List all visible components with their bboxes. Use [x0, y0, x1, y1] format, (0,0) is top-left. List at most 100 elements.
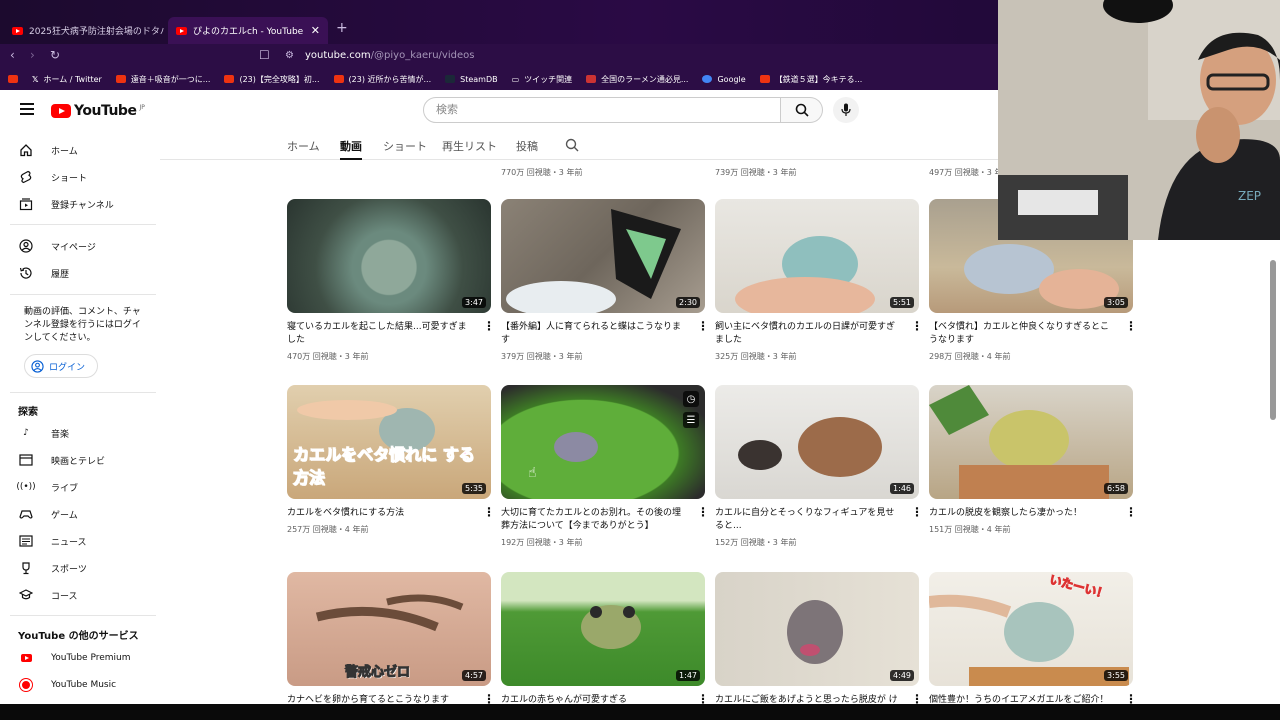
video-card[interactable]: 1:46 カエルに自分とそっくりなフィギュアを見せると... 152万 回視聴・…: [715, 385, 923, 548]
video-thumbnail[interactable]: 1:47: [501, 572, 705, 686]
video-card[interactable]: 1:47 カエルの赤ちゃんが可愛すぎる ⋮: [501, 572, 709, 707]
gamepad-icon: [18, 506, 34, 522]
video-card[interactable]: ◷ ☰ ☝ 大切に育てたカエルとのお別れ。その後の埋葬方法について【今までありが…: [501, 385, 709, 548]
bookmark-item[interactable]: 全国のラーメン通必見...: [586, 74, 688, 85]
more-options-icon[interactable]: ⋮: [1125, 506, 1137, 518]
video-card[interactable]: 5:51 飼い主にベタ慣れのカエルの日課が可愛すぎました 325万 回視聴・3 …: [715, 199, 923, 362]
frog-illustration: [787, 600, 843, 664]
channel-search-icon[interactable]: [565, 137, 579, 156]
tab-videos[interactable]: 動画: [340, 138, 362, 160]
search-input[interactable]: 検索: [423, 97, 781, 123]
bookmark-item[interactable]: (23) 近所から苦情が...: [333, 74, 431, 85]
video-title[interactable]: 【番外編】人に育てられると蝶はこうなります: [501, 321, 689, 347]
watch-later-icon[interactable]: ◷: [683, 391, 699, 407]
more-options-icon[interactable]: ⋮: [483, 693, 495, 705]
video-title[interactable]: カエルをベタ慣れにする方法: [287, 507, 475, 520]
more-options-icon[interactable]: ⋮: [911, 506, 923, 518]
video-thumbnail[interactable]: いたーい！ 3:55: [929, 572, 1133, 686]
video-card[interactable]: いたーい！ 3:55 個性豊か！うちのイエアメガエルをご紹介！ ⋮: [929, 572, 1137, 707]
more-options-icon[interactable]: ⋮: [697, 320, 709, 332]
video-title[interactable]: カエルの脱皮を観察したら凄かった！: [929, 507, 1117, 520]
bookmark-item[interactable]: 遠音＋吸音が一つに...: [115, 74, 210, 85]
voice-search-button[interactable]: [833, 97, 859, 123]
video-card[interactable]: 3:47 寝ているカエルを起こした結果...可愛すぎました 470万 回視聴・3…: [287, 199, 495, 362]
tab-posts[interactable]: 投稿: [516, 138, 538, 154]
more-options-icon[interactable]: ⋮: [697, 693, 709, 705]
close-tab-icon[interactable]: ✕: [311, 24, 320, 37]
video-title[interactable]: 寝ているカエルを起こした結果...可愛すぎました: [287, 321, 475, 347]
video-thumbnail[interactable]: 6:58: [929, 385, 1133, 499]
video-thumbnail[interactable]: 1:46: [715, 385, 919, 499]
video-title[interactable]: カエルに自分とそっくりなフィギュアを見せると...: [715, 507, 903, 533]
video-thumbnail[interactable]: 2:30: [501, 199, 705, 313]
sidebar-item-home[interactable]: ホーム: [18, 142, 78, 158]
sidebar-item-live[interactable]: ((•)) ライブ: [16, 479, 78, 495]
sidebar-item-sports[interactable]: スポーツ: [18, 560, 87, 576]
video-thumbnail[interactable]: 警戒心ゼロ 4:57: [287, 572, 491, 686]
sidebar-item-movies[interactable]: 映画とテレビ: [18, 452, 105, 468]
more-options-icon[interactable]: ⋮: [483, 506, 495, 518]
video-card[interactable]: 警戒心ゼロ 4:57 カナヘビを卵から育てるとこうなります ⋮: [287, 572, 495, 707]
more-options-icon[interactable]: ⋮: [911, 693, 923, 705]
browser-tab[interactable]: 2025狂犬病予防注射会場のドタバタ劇: [4, 17, 164, 44]
duration-badge: 5:51: [890, 297, 914, 308]
more-options-icon[interactable]: ⋮: [1125, 693, 1137, 705]
video-card[interactable]: 4:49 カエルにご飯をあげようと思ったら脱皮が け ⋮: [715, 572, 923, 707]
more-options-icon[interactable]: ⋮: [697, 506, 709, 518]
youtube-logo[interactable]: YouTube JP: [51, 103, 145, 119]
tab-shorts[interactable]: ショート: [383, 138, 427, 154]
sidebar-item-you[interactable]: マイページ: [18, 238, 96, 254]
bookmark-item[interactable]: [8, 75, 18, 83]
account-icon: [18, 238, 34, 254]
video-thumbnail[interactable]: ◷ ☰ ☝: [501, 385, 705, 499]
sidebar-item-music-app[interactable]: YouTube Music: [18, 677, 116, 693]
video-title[interactable]: 飼い主にベタ慣れのカエルの日課が可愛すぎました: [715, 321, 903, 347]
video-thumbnail[interactable]: カエルをベタ慣れに する方法 5:35: [287, 385, 491, 499]
video-thumbnail[interactable]: 5:51: [715, 199, 919, 313]
bookmark-item[interactable]: 【鉄道５選】今キテる...: [759, 74, 862, 85]
account-circle-icon: [31, 359, 44, 373]
sidebar-item-shorts[interactable]: ショート: [18, 169, 87, 185]
url-field[interactable]: youtube.com/@piyo_kaeru/videos: [305, 50, 474, 61]
video-card[interactable]: 2:30 【番外編】人に育てられると蝶はこうなります 379万 回視聴・3 年前…: [501, 199, 709, 362]
video-card[interactable]: 6:58 カエルの脱皮を観察したら凄かった！ 151万 回視聴・4 年前 ⋮: [929, 385, 1137, 535]
page-scrollbar[interactable]: [1270, 260, 1276, 420]
menu-icon[interactable]: [20, 103, 34, 115]
sidebar-item-courses[interactable]: コース: [18, 587, 78, 603]
site-info-icon[interactable]: ⚙: [285, 50, 294, 61]
bookmark-item[interactable]: 𝕏 ホーム / Twitter: [32, 74, 102, 85]
bookmark-label: Google: [717, 74, 746, 84]
bookmark-item[interactable]: ▭ ツイッチ関連: [512, 74, 573, 85]
sidebar-item-history[interactable]: 履歴: [18, 265, 69, 281]
new-tab-icon[interactable]: +: [336, 20, 348, 36]
sidebar-item-music[interactable]: ♪ 音楽: [18, 425, 69, 441]
more-options-icon[interactable]: ⋮: [911, 320, 923, 332]
search-button[interactable]: [781, 97, 823, 123]
bookmark-item[interactable]: SteamDB: [445, 75, 498, 84]
tab-playlists[interactable]: 再生リスト: [442, 138, 497, 154]
forward-icon[interactable]: ›: [30, 48, 35, 62]
tab-home[interactable]: ホーム: [287, 138, 320, 154]
sidebar-item-gaming[interactable]: ゲーム: [18, 506, 78, 522]
sidebar-label: ゲーム: [51, 510, 78, 521]
sidebar-item-news[interactable]: ニュース: [18, 533, 87, 549]
video-title[interactable]: 【ベタ慣れ】カエルと仲良くなりすぎるとこうなります: [929, 321, 1117, 347]
video-thumbnail[interactable]: 4:49: [715, 572, 919, 686]
sidebar-item-subscriptions[interactable]: 登録チャンネル: [18, 196, 114, 212]
signin-button[interactable]: ログイン: [24, 354, 98, 378]
video-thumbnail[interactable]: 3:47: [287, 199, 491, 313]
bookmark-item[interactable]: Google: [702, 74, 746, 84]
video-card[interactable]: カエルをベタ慣れに する方法 5:35 カエルをベタ慣れにする方法 257万 回…: [287, 385, 495, 535]
video-meta: 298万 回視聴・4 年前: [929, 352, 1011, 361]
bookmark-icon[interactable]: ☐: [259, 48, 270, 62]
add-to-queue-icon[interactable]: ☰: [683, 412, 699, 428]
bookmark-item[interactable]: (23)【完全攻略】初...: [224, 74, 320, 85]
video-meta: 770万 回視聴・3 年前: [501, 168, 583, 177]
more-options-icon[interactable]: ⋮: [483, 320, 495, 332]
back-icon[interactable]: ‹: [10, 48, 15, 62]
sidebar-item-premium[interactable]: YouTube Premium: [18, 650, 131, 666]
more-options-icon[interactable]: ⋮: [1125, 320, 1137, 332]
video-title[interactable]: 大切に育てたカエルとのお別れ。その後の埋葬方法について【今までありがとう】: [501, 507, 689, 533]
browser-tab-active[interactable]: ぴよのカエルch - YouTube ✕: [168, 17, 328, 44]
reload-icon[interactable]: ↻: [50, 48, 60, 62]
